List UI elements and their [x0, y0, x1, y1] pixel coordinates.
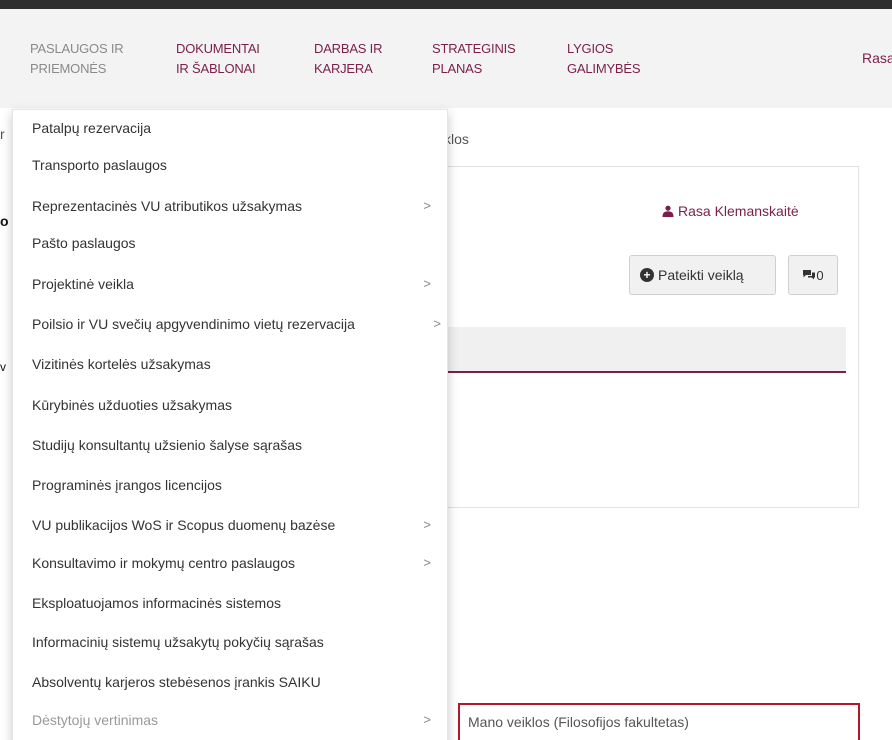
menu-item-eksploatuojamos-sistemos[interactable]: Eksploatuojamos informacinės sistemos [13, 585, 449, 621]
submenu-mano-veiklos[interactable]: Mano veiklos (Filosofijos fakultetas) [458, 703, 860, 740]
menu-item-poilsio-apgyvendinimas[interactable]: Poilsio ir VU svečių apgyvendinimo vietų… [13, 306, 449, 342]
user-link[interactable]: Rasa Klemanskaitė [662, 203, 799, 219]
menu-item-patalpu-rezervacija[interactable]: Patalpų rezervacija [13, 110, 449, 146]
menu-item-pokyciu-sarasas[interactable]: Informacinių sistemų užsakytų pokyčių są… [13, 624, 449, 660]
menu-item-studiju-konsultantai[interactable]: Studijų konsultantų užsienio šalyse sąra… [13, 427, 449, 463]
nav-label-line2: KARJERA [314, 61, 373, 76]
menu-item-label: Vizitinės kortelės užsakymas [32, 356, 211, 372]
nav-label-line2: PLANAS [432, 61, 483, 76]
comments-count: 0 [816, 267, 824, 283]
nav-label-line1: LYGIOS [567, 41, 614, 56]
menu-item-label: Reprezentacinės VU atributikos užsakymas [32, 198, 303, 214]
chevron-right-icon: > [423, 198, 431, 213]
menu-item-label: VU publikacijos WoS ir Scopus duomenų ba… [32, 517, 336, 533]
nav-user-menu[interactable]: Rasa [862, 50, 892, 66]
menu-item-label: Patalpų rezervacija [32, 120, 152, 136]
page-left-clipped-label: v [0, 360, 6, 374]
menu-item-projektine-veikla[interactable]: Projektinė veikla > [13, 266, 449, 302]
menu-item-label: Eksploatuojamos informacinės sistemos [32, 595, 281, 611]
menu-item-label: Kūrybinės užduoties užsakymas [32, 397, 232, 413]
menu-item-label: Poilsio ir VU svečių apgyvendinimo vietų… [32, 316, 355, 332]
menu-item-label: Dėstytojų vertinimas [32, 712, 159, 728]
menu-item-label: Pašto paslaugos [32, 235, 136, 251]
menu-item-reprezentacines-atributikos[interactable]: Reprezentacinės VU atributikos užsakymas… [13, 188, 449, 224]
menu-item-konsultavimo-mokymu-centras[interactable]: Konsultavimo ir mokymų centro paslaugos … [13, 545, 449, 581]
menu-item-kurybines-uzduoties[interactable]: Kūrybinės užduoties užsakymas [13, 387, 449, 423]
menu-item-label: Informacinių sistemų užsakytų pokyčių są… [32, 634, 324, 650]
services-dropdown-menu: Patalpų rezervacija Transporto paslaugos… [12, 109, 448, 740]
top-strip [0, 0, 892, 9]
chevron-right-icon: > [423, 712, 431, 727]
nav-label-line1: DOKUMENTAI [176, 41, 260, 56]
nav-label-line1: DARBAS IR [314, 41, 383, 56]
chevron-right-icon: > [433, 316, 441, 331]
menu-item-label: Studijų konsultantų užsienio šalyse sąra… [32, 437, 303, 453]
nav-strateginis[interactable]: STRATEGINIS PLANAS [432, 39, 516, 79]
menu-item-label: Transporto paslaugos [32, 157, 167, 173]
menu-item-vizitines-korteles[interactable]: Vizitinės kortelės užsakymas [13, 346, 449, 382]
menu-item-label: Projektinė veikla [32, 276, 134, 292]
menu-item-vu-publikacijos[interactable]: VU publikacijos WoS ir Scopus duomenų ba… [13, 507, 449, 543]
menu-item-label: Absolventų karjeros stebėsenos įrankis S… [32, 674, 321, 690]
chevron-right-icon: > [423, 517, 431, 532]
menu-item-label: Konsultavimo ir mokymų centro paslaugos [32, 555, 296, 571]
nav-dokumentai[interactable]: DOKUMENTAI IR ŠABLONAI [176, 39, 260, 79]
table-header [431, 327, 846, 373]
nav-label-line2: GALIMYBĖS [567, 61, 641, 76]
nav-label-line1: PASLAUGOS IR [30, 41, 124, 56]
plus-circle-icon: + [640, 268, 654, 282]
menu-item-programines-irangos-licencijos[interactable]: Programinės įrangos licencijos [13, 467, 449, 503]
submit-activity-button[interactable]: + Pateikti veiklą [629, 255, 776, 295]
menu-item-destytoju-vertinimas[interactable]: Dėstytojų vertinimas > [13, 702, 449, 738]
nav-label-line2: IR ŠABLONAI [176, 61, 256, 76]
nav-label-line1: STRATEGINIS [432, 41, 516, 56]
comments-button[interactable]: 0 [788, 255, 838, 295]
menu-item-label: Programinės įrangos licencijos [32, 477, 222, 493]
chevron-right-icon: > [423, 555, 431, 570]
page-left-clipped-heading: o [0, 213, 9, 229]
user-icon [662, 205, 674, 217]
menu-item-pasto-paslaugos[interactable]: Pašto paslaugos [13, 225, 449, 261]
user-name: Rasa Klemanskaitė [678, 203, 799, 219]
page-left-clipped-text: r [0, 126, 5, 142]
menu-item-transporto-paslaugos[interactable]: Transporto paslaugos [13, 147, 449, 183]
nav-label-line2: PRIEMONĖS [30, 61, 107, 76]
main-navbar: PASLAUGOS IR PRIEMONĖS DOKUMENTAI IR ŠAB… [0, 9, 892, 108]
chevron-right-icon: > [423, 276, 431, 291]
nav-darbas[interactable]: DARBAS IR KARJERA [314, 39, 382, 79]
menu-item-saiku[interactable]: Absolventų karjeros stebėsenos įrankis S… [13, 664, 449, 700]
nav-paslaugos[interactable]: PASLAUGOS IR PRIEMONĖS [30, 39, 124, 79]
nav-lygios[interactable]: LYGIOS GALIMYBĖS [567, 39, 641, 79]
submit-activity-label: Pateikti veiklą [658, 267, 744, 283]
comments-icon [803, 270, 816, 280]
